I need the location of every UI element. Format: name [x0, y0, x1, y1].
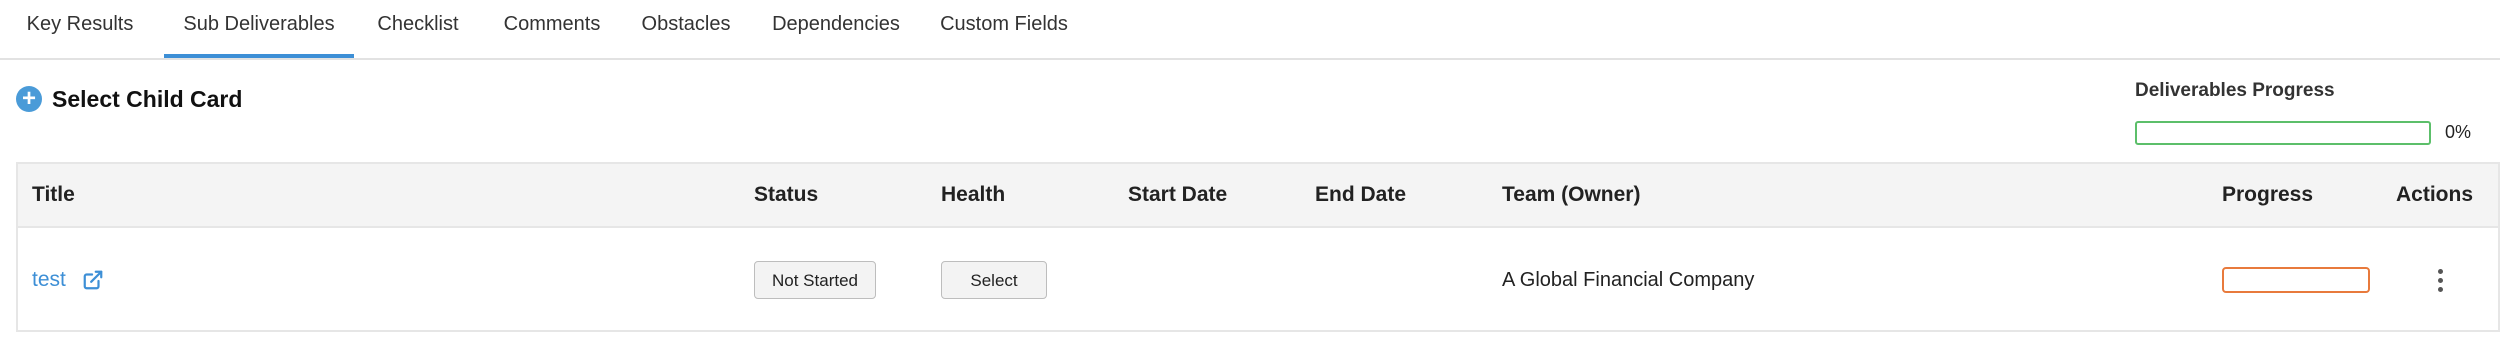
tab-key-results[interactable]: Key Results — [24, 0, 136, 58]
column-header-status: Status — [754, 183, 819, 206]
actions-cell — [2430, 228, 2450, 332]
tab-checklist[interactable]: Checklist — [374, 0, 462, 58]
card-title-link[interactable]: test — [32, 268, 66, 292]
table-row: test Not Started Select A Global Financi… — [18, 228, 2498, 332]
select-child-card-button[interactable]: + Select Child Card — [16, 84, 242, 114]
tab-sub-deliverables[interactable]: Sub Deliverables — [164, 0, 354, 58]
health-cell: Select — [941, 228, 1047, 332]
tab-obstacles[interactable]: Obstacles — [640, 0, 732, 58]
column-header-team-owner: Team (Owner) — [1502, 183, 1641, 206]
tab-dependencies[interactable]: Dependencies — [770, 0, 902, 58]
tab-comments[interactable]: Comments — [500, 0, 604, 58]
table-header: Title Status Health Start Date End Date … — [18, 164, 2498, 228]
column-header-actions: Actions — [2396, 183, 2474, 206]
kebab-menu-icon[interactable] — [2430, 262, 2450, 298]
progress-cell — [2222, 228, 2370, 332]
status-cell: Not Started — [754, 228, 876, 332]
tab-bar: Key Results Sub Deliverables Checklist C… — [0, 0, 2500, 60]
title-cell: test — [32, 228, 104, 332]
row-progress-bar — [2222, 267, 2370, 293]
status-button[interactable]: Not Started — [754, 261, 876, 299]
column-header-title: Title — [32, 183, 75, 206]
deliverables-progress-title: Deliverables Progress — [2135, 80, 2335, 101]
tab-custom-fields[interactable]: Custom Fields — [938, 0, 1070, 58]
sub-deliverables-table: Title Status Health Start Date End Date … — [16, 162, 2500, 332]
column-header-end-date: End Date — [1315, 183, 1407, 206]
column-header-start-date: Start Date — [1128, 183, 1228, 206]
column-header-progress: Progress — [2222, 183, 2314, 206]
team-owner-cell: A Global Financial Company — [1502, 228, 1754, 332]
team-owner-value: A Global Financial Company — [1502, 268, 1755, 291]
external-link-icon[interactable] — [82, 269, 104, 291]
column-header-health: Health — [941, 183, 1006, 206]
deliverables-progress-value: 0% — [2445, 122, 2472, 142]
deliverables-progress-bar — [2135, 121, 2431, 145]
health-select-button[interactable]: Select — [941, 261, 1047, 299]
select-child-card-label: Select Child Card — [52, 85, 243, 112]
plus-circle-icon: + — [16, 86, 42, 112]
